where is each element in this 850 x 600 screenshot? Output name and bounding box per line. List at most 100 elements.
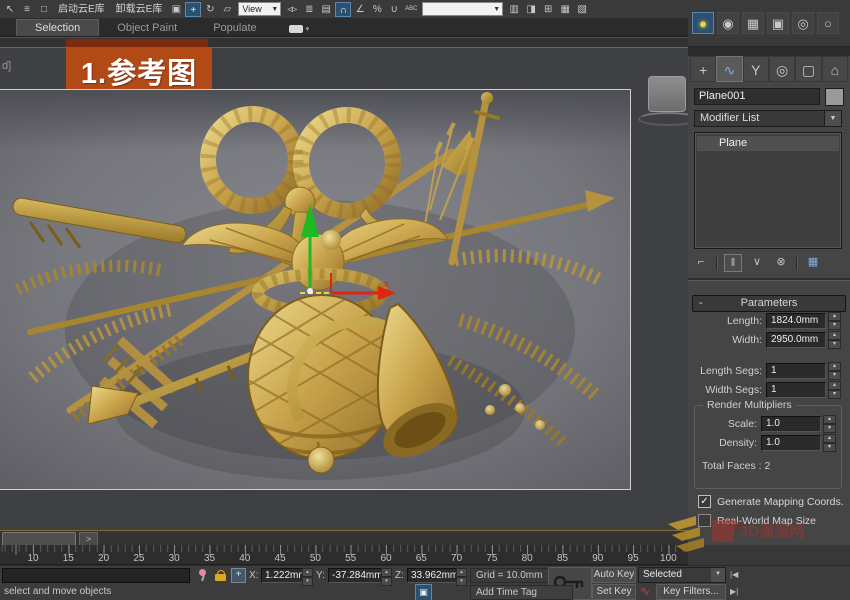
maxscript-mini-listener[interactable]	[2, 568, 190, 583]
length-segs-field[interactable]: 1	[766, 363, 826, 379]
ribbon-config[interactable]: ▾	[289, 25, 310, 33]
collapse-icon[interactable]: -	[699, 296, 703, 311]
density-field[interactable]: 1.0	[761, 435, 821, 451]
width-segs-spinner[interactable]: ▴▾	[828, 381, 841, 399]
tab-populate[interactable]: Populate	[195, 20, 274, 36]
go-to-end-icon[interactable]: ▶|	[730, 587, 738, 596]
utilities-tab[interactable]: ⌂	[822, 56, 848, 82]
length-spinner[interactable]: ▴▾	[828, 312, 841, 330]
modifier-stack[interactable]: Plane	[694, 132, 842, 249]
viewcube[interactable]	[648, 76, 686, 112]
x-spinner[interactable]: ▴▾	[302, 568, 313, 586]
cloud-launch-button[interactable]: 启动云E库	[53, 2, 110, 17]
time-slider[interactable]: >	[0, 530, 688, 545]
rendered-frame-icon[interactable]: ▣	[767, 12, 789, 34]
material-editor-icon[interactable]: ◉	[717, 12, 739, 34]
ribbon-display-icon[interactable]	[289, 25, 303, 33]
y-spinner[interactable]: ▴▾	[381, 568, 392, 586]
modify-tab[interactable]: ∿	[716, 56, 742, 82]
show-end-result-icon[interactable]: ‖	[724, 254, 742, 272]
chevron-down-icon[interactable]: ▾	[306, 25, 310, 33]
auto-key-button[interactable]: Auto Key	[592, 567, 636, 583]
key-filters-button[interactable]: Key Filters...	[656, 584, 726, 600]
chevron-down-icon[interactable]: ▼	[493, 6, 502, 13]
y-coord-field[interactable]: -37.284mm	[328, 568, 383, 583]
motion-tab[interactable]: ◎	[769, 56, 795, 82]
width-spinner[interactable]: ▴▾	[828, 331, 841, 349]
render-production-icon[interactable]: ◎	[792, 12, 814, 34]
viewport-label[interactable]: d]	[2, 60, 11, 72]
percent-snap-icon[interactable]: %	[369, 2, 385, 17]
width-field[interactable]: 2950.0mm	[766, 332, 826, 348]
modifier-stack-item[interactable]: Plane	[697, 136, 839, 151]
parameters-rollout-header[interactable]: - Parameters	[692, 295, 846, 312]
key-selection-dropdown[interactable]: Selected ▼	[638, 567, 726, 583]
select-move-icon[interactable]: +	[185, 2, 201, 17]
length-field[interactable]: 1824.0mm	[766, 313, 826, 329]
chevron-down-icon[interactable]: ▼	[271, 6, 280, 13]
snaps-toggle-icon[interactable]: ∩	[335, 2, 351, 17]
key-tangent-icon[interactable]: ∿	[640, 584, 650, 598]
create-tab[interactable]: +	[690, 56, 716, 82]
keyboard-override-icon[interactable]: ABC	[403, 2, 419, 17]
scale-field[interactable]: 1.0	[761, 416, 821, 432]
pin-icon[interactable]	[197, 569, 207, 581]
go-to-start-icon[interactable]: |◀	[730, 570, 738, 579]
select-scale-icon[interactable]: ▱	[219, 2, 235, 17]
length-segs-spinner[interactable]: ▴▾	[828, 362, 841, 380]
x-coord-field[interactable]: 1.222mm	[261, 568, 304, 583]
absolute-offset-mode-icon[interactable]: +	[231, 568, 246, 583]
object-name-field[interactable]: Plane001	[694, 88, 820, 105]
next-frame-button[interactable]: >	[79, 532, 98, 546]
add-time-tag[interactable]: Add Time Tag	[470, 585, 573, 600]
set-key-button[interactable]: Set Key	[592, 584, 636, 600]
reference-coordinate-dropdown[interactable]: View▼	[238, 2, 281, 16]
z-spinner[interactable]: ▴▾	[456, 568, 467, 586]
time-slider-handle[interactable]	[2, 532, 76, 546]
mirror-icon[interactable]: ◃▹	[284, 2, 300, 17]
generate-mapping-coords-checkbox[interactable]: ✓	[698, 495, 711, 508]
reference-photo-plane[interactable]: x	[0, 89, 631, 490]
scene-explorer-icon[interactable]: ▦	[557, 2, 573, 17]
make-unique-icon[interactable]: ∨	[748, 254, 766, 272]
align-tool-icon[interactable]: ⊞	[540, 2, 556, 17]
display-tab[interactable]: ▢	[795, 56, 821, 82]
mirror-tool-icon[interactable]: ◨	[523, 2, 539, 17]
scale-spinner[interactable]: ▴▾	[823, 415, 836, 433]
modifier-list-dropdown[interactable]: Modifier List ▼	[694, 110, 842, 127]
select-object-icon[interactable]: ↖	[2, 2, 18, 17]
isolate-selection-icon[interactable]: ▣	[415, 584, 432, 600]
hierarchy-tab[interactable]: Y	[743, 56, 769, 82]
prompt-line: select and move objects	[4, 586, 111, 597]
configure-modifier-sets-icon[interactable]: ▦	[804, 254, 822, 272]
edit-named-selection-icon[interactable]: ▥	[506, 2, 522, 17]
tab-object-paint[interactable]: Object Paint	[99, 20, 195, 36]
width-segs-field[interactable]: 1	[766, 382, 826, 398]
select-rotate-icon[interactable]: ↻	[202, 2, 218, 17]
selection-region-icon[interactable]: □	[36, 2, 52, 17]
paste-icon[interactable]: ▣	[168, 2, 184, 17]
object-color-swatch[interactable]	[825, 88, 844, 106]
render-iterative-icon[interactable]: ○	[817, 12, 839, 34]
layer-manager-icon[interactable]: ▤	[318, 2, 334, 17]
cloud-unload-button[interactable]: 卸载云E库	[111, 2, 168, 17]
manage-layers-icon[interactable]: ▧	[574, 2, 590, 17]
render-lights-icon[interactable]: ●	[692, 12, 714, 34]
chevron-down-icon[interactable]: ▼	[711, 568, 725, 582]
angle-snap-icon[interactable]: ∠	[352, 2, 368, 17]
track-bar[interactable]: 101520253035404550556065707580859095100	[0, 545, 688, 565]
select-by-name-icon[interactable]: ≡	[19, 2, 35, 17]
align-icon[interactable]: ≣	[301, 2, 317, 17]
real-world-map-size-checkbox[interactable]: ✓	[698, 514, 711, 527]
render-setup-icon[interactable]: ▦	[742, 12, 764, 34]
selection-lock-icon[interactable]	[215, 570, 226, 582]
named-selection-dropdown[interactable]: ▼	[422, 2, 503, 16]
z-coord-field[interactable]: 33.962mm	[407, 568, 458, 583]
density-spinner[interactable]: ▴▾	[823, 434, 836, 452]
viewport[interactable]: d] 1.参考图	[0, 47, 688, 531]
remove-modifier-icon[interactable]: ⊗	[772, 254, 790, 272]
chevron-down-icon[interactable]: ▼	[825, 110, 842, 127]
spinner-snap-icon[interactable]: ∪	[386, 2, 402, 17]
pin-stack-icon[interactable]: ⌐	[692, 254, 710, 272]
tab-selection[interactable]: Selection	[16, 19, 99, 36]
